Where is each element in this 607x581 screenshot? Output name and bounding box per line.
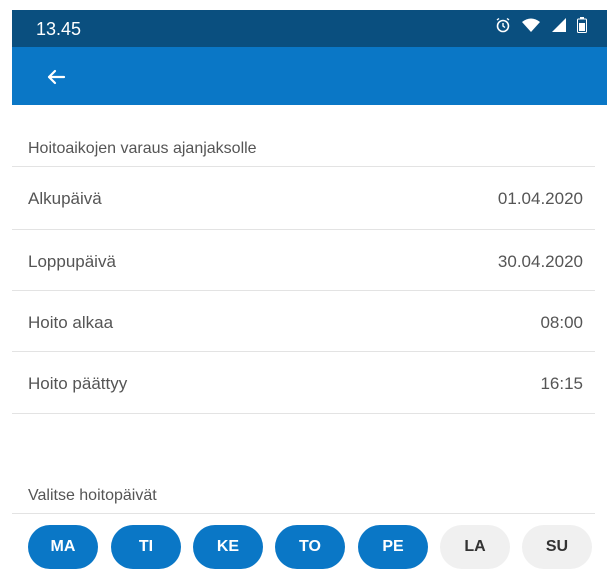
start-date-label: Alkupäivä [28,189,102,208]
care-start-value: 08:00 [540,313,583,332]
app-bar [12,47,607,105]
end-date-label: Loppupäivä [28,252,116,271]
screen: 13.45 Hoitoaikojen varaus ajanjaksolle A… [0,0,607,581]
care-end-value: 16:15 [540,374,583,393]
care-end-row[interactable]: Hoito päättyy 16:15 [12,353,595,413]
day-button-ti[interactable]: TI [111,525,181,569]
divider [12,166,595,167]
day-button-ke[interactable]: KE [193,525,263,569]
day-button-to[interactable]: TO [275,525,345,569]
divider [12,413,595,414]
divider [12,229,595,230]
signal-icon [552,18,566,32]
day-button-pe[interactable]: PE [358,525,428,569]
care-end-label: Hoito päättyy [28,374,128,393]
days-section-title: Valitse hoitopäivät [28,487,157,504]
day-button-su[interactable]: SU [522,525,592,569]
alarm-icon [496,17,510,33]
status-bar: 13.45 [12,10,607,47]
end-date-row[interactable]: Loppupäivä 30.04.2020 [12,231,595,291]
start-date-value: 01.04.2020 [497,189,583,208]
section-title: Hoitoaikojen varaus ajanjaksolle [28,140,257,157]
day-button-ma[interactable]: MA [28,525,98,569]
start-date-row[interactable]: Alkupäivä 01.04.2020 [12,168,595,228]
day-selector: MA TI KE TO PE LA SU [28,525,598,569]
end-date-value: 30.04.2020 [497,252,583,271]
divider [12,351,595,352]
day-button-la[interactable]: LA [440,525,510,569]
care-start-row[interactable]: Hoito alkaa 08:00 [12,292,595,352]
battery-icon [577,17,587,33]
wifi-icon [522,18,540,32]
back-button[interactable] [38,59,74,95]
status-time: 13.45 [36,19,82,39]
back-arrow-icon [47,69,66,85]
divider [12,290,595,291]
status-icons [495,17,587,33]
care-start-label: Hoito alkaa [28,313,114,332]
divider [12,513,595,514]
